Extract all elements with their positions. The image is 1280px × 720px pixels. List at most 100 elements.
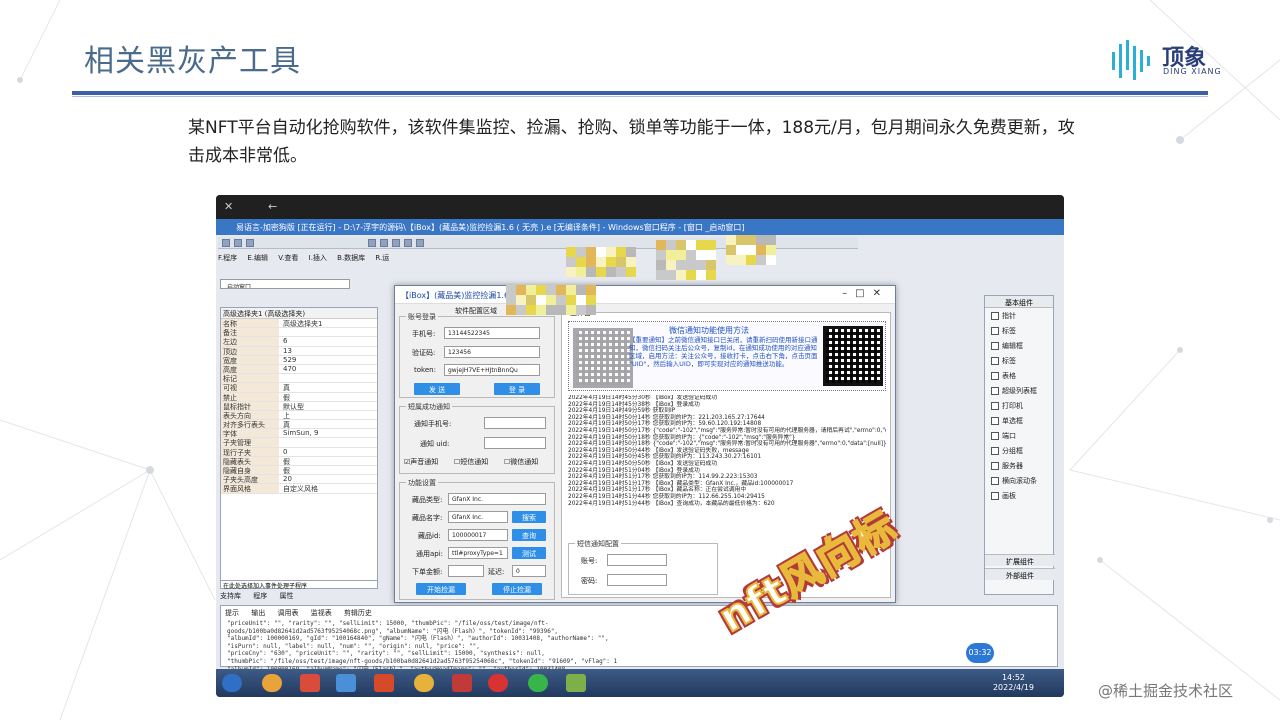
property-value[interactable]: 0 bbox=[279, 448, 377, 456]
palette-item[interactable]: 打印机 bbox=[985, 398, 1053, 413]
property-row[interactable]: 界面风格 自定义风格 bbox=[221, 484, 377, 494]
type-select[interactable]: GfanX Inc. bbox=[448, 493, 546, 505]
chrome-icon[interactable] bbox=[414, 674, 434, 692]
login-button[interactable]: 登 录 bbox=[494, 383, 540, 395]
property-row[interactable]: 子夹管理 bbox=[221, 438, 377, 448]
property-row[interactable]: 对齐多行表头真 bbox=[221, 420, 377, 430]
notify-phone-input[interactable] bbox=[484, 417, 546, 429]
sms-notify-checkbox[interactable]: ☐短信通知 bbox=[454, 457, 488, 467]
property-row[interactable]: 隐藏自身假 bbox=[221, 466, 377, 476]
palette-item[interactable]: 标签 bbox=[985, 323, 1053, 338]
palette-item[interactable]: 指针 bbox=[985, 308, 1053, 323]
notify-uid-input[interactable] bbox=[484, 437, 546, 449]
tab-hint[interactable]: 提示 bbox=[225, 609, 239, 617]
palette-item[interactable]: 超级列表框 bbox=[985, 383, 1053, 398]
code-input[interactable]: 123456 bbox=[444, 346, 540, 358]
close-icon[interactable]: ✕ bbox=[224, 200, 233, 213]
property-value[interactable] bbox=[279, 328, 377, 336]
start-grab-button[interactable]: 开始捡漏 bbox=[416, 583, 466, 595]
property-value[interactable]: 20 bbox=[279, 475, 377, 483]
property-row[interactable]: 高度 470 bbox=[221, 364, 377, 375]
property-value[interactable] bbox=[279, 438, 377, 446]
toolbar-icon[interactable] bbox=[368, 239, 376, 247]
property-row[interactable]: 标记 bbox=[221, 374, 377, 384]
menu-item[interactable]: I.插入 bbox=[309, 254, 327, 262]
property-row[interactable]: 左边 6 bbox=[221, 337, 377, 347]
wechat-icon[interactable] bbox=[528, 674, 548, 692]
palette-extension-components[interactable]: 扩展组件 bbox=[985, 554, 1055, 566]
property-row[interactable]: 鼠标指针 默认型 bbox=[221, 401, 377, 411]
palette-item[interactable]: 标签 bbox=[985, 353, 1053, 368]
delay-input[interactable]: 0 bbox=[512, 565, 546, 577]
app-icon[interactable] bbox=[566, 674, 586, 692]
chrome-icon[interactable] bbox=[262, 674, 282, 692]
palette-item[interactable]: 表格 bbox=[985, 368, 1053, 383]
palette-item[interactable]: 单选框 bbox=[985, 413, 1053, 428]
menu-item[interactable]: B.数据库 bbox=[337, 254, 365, 262]
palette-external-components[interactable]: 外部组件 bbox=[985, 568, 1055, 580]
palette-item[interactable]: 分组框 bbox=[985, 443, 1053, 458]
folder-icon[interactable] bbox=[336, 674, 356, 692]
wechat-notify-checkbox[interactable]: ☐微信通知 bbox=[504, 457, 538, 467]
test-button[interactable]: 测试 bbox=[512, 547, 546, 559]
property-value[interactable]: 6 bbox=[279, 337, 377, 345]
tab-support-library[interactable]: 支持库 bbox=[220, 592, 241, 600]
property-row[interactable]: 表头方向上 bbox=[221, 410, 377, 421]
property-value[interactable]: 默认型 bbox=[279, 402, 377, 411]
close-icon[interactable]: ✕ bbox=[873, 288, 889, 299]
property-panel-header[interactable]: 高级选择夹1 (高级选择夹) bbox=[221, 308, 377, 319]
start-icon[interactable] bbox=[222, 674, 242, 692]
property-row[interactable]: 备注 bbox=[221, 328, 377, 338]
app-icon[interactable] bbox=[374, 674, 394, 692]
api-input[interactable]: ttl#proxyType=1 bbox=[448, 547, 508, 559]
app-icon[interactable] bbox=[452, 674, 472, 692]
property-row[interactable]: 可视真 bbox=[221, 383, 377, 393]
property-value[interactable]: 真 bbox=[279, 420, 377, 429]
name-input[interactable]: GfanX Inc. bbox=[448, 511, 508, 523]
palette-item[interactable]: 横向滚动条 bbox=[985, 473, 1053, 488]
sound-notify-checkbox[interactable]: ☑声音通知 bbox=[404, 457, 438, 467]
palette-item[interactable]: 编辑框 bbox=[985, 338, 1053, 353]
menu-item[interactable]: E.编辑 bbox=[247, 254, 268, 262]
property-row[interactable]: 顶边 13 bbox=[221, 346, 377, 356]
toolbar-icon[interactable] bbox=[416, 239, 424, 247]
back-arrow-icon[interactable]: ← bbox=[268, 200, 277, 213]
property-row[interactable]: 字体 SimSun, 9 bbox=[221, 429, 377, 439]
tab-properties[interactable]: 属性 bbox=[279, 592, 293, 600]
property-value[interactable]: 13 bbox=[279, 347, 377, 355]
property-row[interactable]: 现行子夹 0 bbox=[221, 447, 377, 457]
palette-item[interactable]: 端口 bbox=[985, 428, 1053, 443]
event-select[interactable]: 在此处选择加入事件处理子程序 bbox=[220, 580, 378, 590]
sms-account-input[interactable] bbox=[607, 554, 667, 566]
property-value[interactable]: 470 bbox=[279, 365, 377, 373]
tab-clip-history[interactable]: 剪辑历史 bbox=[344, 609, 372, 617]
toolbar-icon[interactable] bbox=[246, 239, 254, 247]
menu-item[interactable]: R.运 bbox=[375, 254, 389, 262]
toolbar-icon[interactable] bbox=[404, 239, 412, 247]
tab-watch-table[interactable]: 监视表 bbox=[311, 609, 332, 617]
property-value[interactable]: 假 bbox=[279, 466, 377, 475]
token-input[interactable]: gwjeJH7VE+HJtnBnnQu bbox=[444, 364, 540, 376]
property-row[interactable]: 隐藏表头假 bbox=[221, 456, 377, 466]
window-select[interactable]: _启动窗口 bbox=[220, 279, 350, 289]
toolbar-icon[interactable] bbox=[234, 239, 242, 247]
property-value[interactable] bbox=[279, 374, 377, 382]
tab-call-table[interactable]: 调用表 bbox=[277, 609, 298, 617]
property-value[interactable]: 真 bbox=[279, 383, 377, 392]
send-code-button[interactable]: 发 送 bbox=[414, 383, 460, 395]
netease-music-icon[interactable] bbox=[488, 674, 508, 692]
toolbar-icon[interactable] bbox=[222, 239, 230, 247]
maximize-icon[interactable]: □ bbox=[855, 288, 872, 299]
property-row[interactable]: 禁止假 bbox=[221, 392, 377, 402]
property-value[interactable]: 假 bbox=[279, 393, 377, 402]
property-value[interactable]: 自定义风格 bbox=[279, 484, 377, 493]
toolbar-icon[interactable] bbox=[380, 239, 388, 247]
property-value[interactable]: 假 bbox=[279, 457, 377, 466]
menu-item[interactable]: V.查看 bbox=[278, 254, 298, 262]
amount-input[interactable] bbox=[448, 565, 484, 577]
tab-output[interactable]: 输出 bbox=[251, 609, 265, 617]
tab-program[interactable]: 程序 bbox=[253, 592, 267, 600]
search-button[interactable]: 搜索 bbox=[512, 511, 546, 523]
sms-password-input[interactable] bbox=[607, 574, 667, 586]
query-button[interactable]: 查询 bbox=[512, 529, 546, 541]
